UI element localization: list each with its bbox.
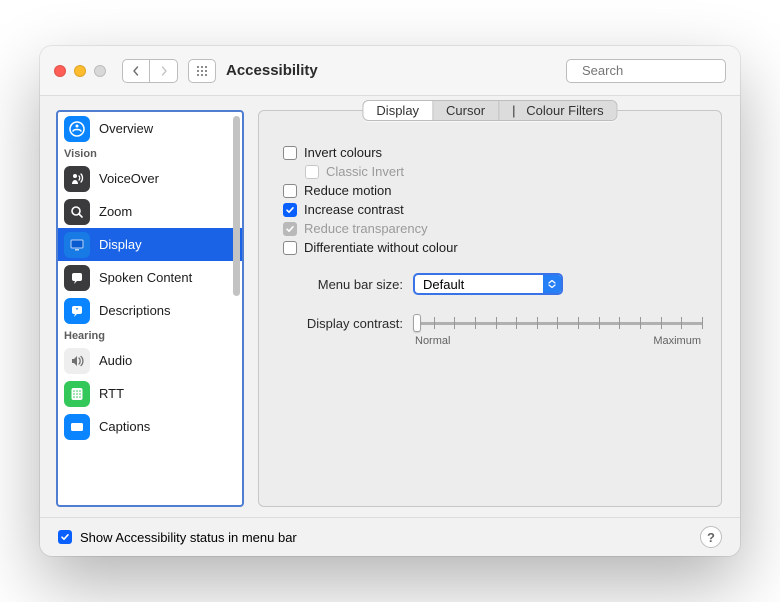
category-sidebar[interactable]: Overview Vision VoiceOver Zoom Display Spoken… xyxy=(56,110,244,507)
nav-buttons xyxy=(122,59,178,83)
tab-colour-filters[interactable]: | Colour Filters xyxy=(499,101,617,120)
tab-display[interactable]: Display xyxy=(363,101,433,120)
sidebar-item-voiceover[interactable]: VoiceOver xyxy=(58,162,242,195)
window-title: Accessibility xyxy=(226,62,318,79)
minimize-window-button[interactable] xyxy=(74,65,86,77)
rtt-icon xyxy=(64,381,90,407)
scrollbar[interactable] xyxy=(233,116,240,296)
help-button[interactable]: ? xyxy=(700,526,722,548)
sidebar-item-audio[interactable]: Audio xyxy=(58,344,242,377)
checkbox-label: Classic Invert xyxy=(326,164,404,179)
display-contrast-label: Display contrast: xyxy=(283,316,403,331)
descriptions-icon: ” xyxy=(64,298,90,324)
sidebar-item-rtt[interactable]: RTT xyxy=(58,377,242,410)
menu-bar-size-label: Menu bar size: xyxy=(283,277,403,292)
increase-contrast-checkbox[interactable]: Increase contrast xyxy=(283,200,703,219)
show-status-checkbox[interactable] xyxy=(58,530,72,544)
show-all-button[interactable] xyxy=(188,59,216,83)
slider-knob[interactable] xyxy=(413,314,421,332)
checkbox-label: Differentiate without colour xyxy=(304,240,458,255)
sidebar-section-label: Vision xyxy=(58,145,242,162)
checkbox-icon xyxy=(283,146,297,160)
slider-max-label: Maximum xyxy=(653,335,701,347)
search-field[interactable] xyxy=(566,59,726,83)
checkbox-label: Increase contrast xyxy=(304,202,404,217)
sidebar-item-label: Audio xyxy=(99,353,132,368)
sidebar-item-spoken-content[interactable]: Spoken Content xyxy=(58,261,242,294)
checkbox-icon xyxy=(283,241,297,255)
voiceover-icon xyxy=(64,166,90,192)
sidebar-item-label: RTT xyxy=(99,386,124,401)
checkbox-icon xyxy=(283,203,297,217)
checkbox-icon xyxy=(305,165,319,179)
search-input[interactable] xyxy=(580,62,740,79)
settings-panel: DisplayCursor| Colour Filters Invert col… xyxy=(258,110,722,507)
svg-text:”: ” xyxy=(76,308,79,314)
reduce-motion-checkbox[interactable]: Reduce motion xyxy=(283,181,703,200)
sidebar-item-label: Overview xyxy=(99,121,153,136)
audio-icon xyxy=(64,348,90,374)
checkbox-icon xyxy=(283,184,297,198)
sidebar-item-label: Display xyxy=(99,237,142,252)
show-status-label: Show Accessibility status in menu bar xyxy=(80,530,297,545)
chevron-up-down-icon xyxy=(543,275,561,293)
display-contrast-row: Display contrast: Normal Maximum xyxy=(277,313,703,347)
window-controls xyxy=(54,65,106,77)
invert-colours-checkbox[interactable]: Invert colours xyxy=(283,143,703,162)
sidebar-item-label: Captions xyxy=(99,419,150,434)
zoom-window-button[interactable] xyxy=(94,65,106,77)
sidebar-item-overview[interactable]: Overview xyxy=(58,112,242,145)
tab-bar: DisplayCursor| Colour Filters xyxy=(362,100,617,121)
menu-bar-size-select[interactable]: Default xyxy=(413,273,563,295)
sidebar-item-label: Spoken Content xyxy=(99,270,192,285)
display-icon xyxy=(64,232,90,258)
sidebar-section-label: Hearing xyxy=(58,327,242,344)
sidebar-item-label: Descriptions xyxy=(99,303,171,318)
overview-icon xyxy=(64,116,90,142)
select-value: Default xyxy=(423,277,464,292)
checkbox-label: Reduce motion xyxy=(304,183,391,198)
close-window-button[interactable] xyxy=(54,65,66,77)
checkbox-icon xyxy=(283,222,297,236)
sidebar-item-zoom[interactable]: Zoom xyxy=(58,195,242,228)
accessibility-preferences-window: Accessibility Overview Vision VoiceOver Zoo… xyxy=(40,46,740,556)
zoom-icon xyxy=(64,199,90,225)
reduce-transparency-checkbox: Reduce transparency xyxy=(283,219,703,238)
footer: Show Accessibility status in menu bar ? xyxy=(40,517,740,556)
tab-cursor[interactable]: Cursor xyxy=(433,101,499,120)
back-button[interactable] xyxy=(122,59,150,83)
differentiate-without-colour-checkbox[interactable]: Differentiate without colour xyxy=(283,238,703,257)
sidebar-item-label: Zoom xyxy=(99,204,132,219)
sidebar-item-label: VoiceOver xyxy=(99,171,159,186)
sidebar-item-captions[interactable]: Captions xyxy=(58,410,242,443)
menu-bar-size-row: Menu bar size: Default xyxy=(277,273,703,295)
sidebar-item-descriptions[interactable]: ” Descriptions xyxy=(58,294,242,327)
classic-invert-checkbox: Classic Invert xyxy=(283,162,703,181)
checkbox-label: Reduce transparency xyxy=(304,221,428,236)
body: Overview Vision VoiceOver Zoom Display Spoken… xyxy=(40,96,740,517)
forward-button[interactable] xyxy=(150,59,178,83)
toolbar: Accessibility xyxy=(40,46,740,96)
slider-min-label: Normal xyxy=(415,335,450,347)
sidebar-item-display[interactable]: Display xyxy=(58,228,242,261)
spoken-icon xyxy=(64,265,90,291)
checkbox-label: Invert colours xyxy=(304,145,382,160)
captions-icon xyxy=(64,414,90,440)
display-options: Invert colours Classic Invert Reduce mot… xyxy=(277,143,703,257)
display-contrast-slider[interactable] xyxy=(413,313,703,333)
